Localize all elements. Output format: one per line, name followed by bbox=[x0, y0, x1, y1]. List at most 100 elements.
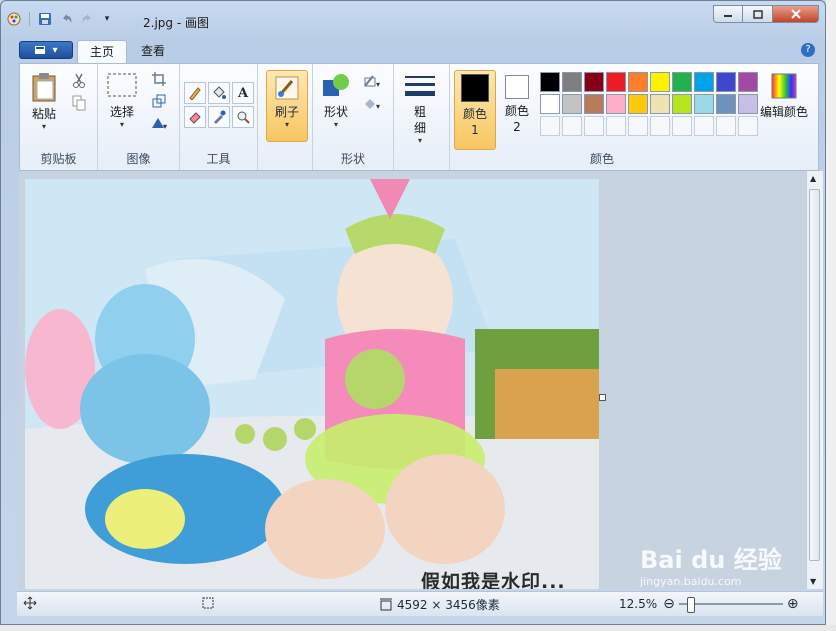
color-picker-icon[interactable] bbox=[208, 106, 230, 128]
edit-colors-button[interactable]: 编辑颜色 bbox=[758, 72, 810, 120]
select-icon bbox=[107, 73, 137, 97]
shapes-button[interactable]: 形状 ▾ bbox=[321, 72, 351, 130]
scroll-up-icon[interactable]: ▲ bbox=[810, 174, 816, 183]
color2-swatch bbox=[505, 75, 529, 99]
color-palette bbox=[540, 72, 758, 136]
pencil-icon[interactable] bbox=[184, 82, 206, 104]
vertical-scroll-thumb[interactable] bbox=[809, 189, 820, 561]
palette-swatch[interactable] bbox=[584, 72, 604, 92]
zoom-in-icon[interactable]: ⊕ bbox=[787, 596, 799, 612]
palette-swatch[interactable] bbox=[716, 72, 736, 92]
background-taskbar-edge bbox=[0, 625, 836, 631]
palette-swatch-empty[interactable] bbox=[540, 116, 560, 136]
close-button[interactable] bbox=[773, 5, 819, 23]
palette-swatch[interactable] bbox=[562, 94, 582, 114]
minimize-button[interactable] bbox=[713, 5, 743, 23]
move-cursor-icon bbox=[23, 596, 37, 610]
svg-text:▾: ▾ bbox=[163, 122, 167, 130]
watermark-text: 假如我是水印... bbox=[421, 571, 566, 589]
baidu-watermark: Bai du 经验 jingyan.baidu.com bbox=[640, 546, 782, 588]
canvas-image[interactable]: 假如我是水印... bbox=[25, 179, 599, 589]
size-dropdown-icon: ▾ bbox=[417, 136, 422, 145]
color2-button[interactable]: 颜色 2 bbox=[500, 72, 534, 135]
eraser-icon[interactable] bbox=[184, 106, 206, 128]
palette-swatch-empty[interactable] bbox=[738, 116, 758, 136]
palette-swatch[interactable] bbox=[540, 72, 560, 92]
palette-swatch[interactable] bbox=[650, 72, 670, 92]
tab-view[interactable]: 查看 bbox=[129, 40, 177, 63]
ribbon-home: 粘贴 ▾ 剪贴板 选择 ▾ ▾ 图像 A 工具 刷子 ▾ 形状 ▾ ▾ ▾ 形状… bbox=[19, 63, 819, 171]
palette-swatch-empty[interactable] bbox=[716, 116, 736, 136]
brush-icon bbox=[275, 76, 299, 100]
app-menu-dropdown-icon: ▾ bbox=[52, 44, 58, 56]
size-button[interactable]: 粗细 ▾ bbox=[404, 74, 436, 146]
crop-icon[interactable] bbox=[150, 70, 168, 88]
zoom-slider-thumb[interactable] bbox=[686, 597, 695, 613]
shapes-icon bbox=[323, 74, 349, 96]
group-tools: A 工具 bbox=[180, 64, 258, 170]
rotate-icon[interactable]: ▾ bbox=[150, 114, 168, 132]
color1-button[interactable]: 颜色 1 bbox=[454, 70, 496, 150]
paint-app-icon[interactable] bbox=[5, 10, 23, 28]
fill-icon[interactable]: ▾ bbox=[363, 94, 381, 112]
undo-icon[interactable] bbox=[58, 10, 76, 28]
palette-swatch[interactable] bbox=[738, 72, 758, 92]
palette-swatch[interactable] bbox=[628, 94, 648, 114]
palette-swatch[interactable] bbox=[672, 72, 692, 92]
palette-swatch-empty[interactable] bbox=[694, 116, 714, 136]
brushes-button[interactable]: 刷子 ▾ bbox=[266, 70, 308, 142]
edit-colors-icon bbox=[771, 73, 797, 99]
outline-icon[interactable]: ▾ bbox=[363, 72, 381, 90]
resize-icon[interactable] bbox=[150, 92, 168, 110]
palette-swatch[interactable] bbox=[562, 72, 582, 92]
fill-bucket-icon[interactable] bbox=[208, 82, 230, 104]
tools-grid: A bbox=[184, 82, 254, 128]
quick-access-toolbar: ▾ bbox=[5, 9, 116, 29]
select-button[interactable]: 选择 ▾ bbox=[106, 72, 138, 130]
palette-swatch-empty[interactable] bbox=[650, 116, 670, 136]
selection-size bbox=[201, 596, 215, 610]
maximize-button[interactable] bbox=[743, 5, 773, 23]
magnifier-icon[interactable] bbox=[232, 106, 254, 128]
palette-swatch[interactable] bbox=[650, 94, 670, 114]
palette-swatch[interactable] bbox=[672, 94, 692, 114]
palette-swatch-empty[interactable] bbox=[562, 116, 582, 136]
palette-swatch-empty[interactable] bbox=[672, 116, 692, 136]
image-dimensions: 4592 × 3456像素 bbox=[379, 596, 500, 613]
palette-swatch[interactable] bbox=[694, 94, 714, 114]
text-tool-icon[interactable]: A bbox=[232, 82, 254, 104]
tab-home[interactable]: 主页 bbox=[77, 40, 128, 64]
photo-illustration bbox=[25, 179, 599, 589]
redo-icon[interactable] bbox=[78, 10, 96, 28]
palette-swatch[interactable] bbox=[606, 72, 626, 92]
palette-swatch[interactable] bbox=[628, 72, 648, 92]
zoom-out-icon[interactable]: ⊖ bbox=[663, 596, 675, 612]
palette-swatch[interactable] bbox=[606, 94, 626, 114]
zoom-slider[interactable] bbox=[678, 597, 783, 613]
customize-qa-dropdown-icon[interactable]: ▾ bbox=[98, 10, 116, 28]
palette-swatch[interactable] bbox=[584, 94, 604, 114]
vertical-scrollbar[interactable]: ▲ ▼ bbox=[806, 171, 823, 589]
select-dropdown-icon: ▾ bbox=[119, 120, 124, 129]
color1-swatch bbox=[461, 74, 489, 102]
copy-icon[interactable] bbox=[70, 94, 88, 112]
palette-swatch[interactable] bbox=[716, 94, 736, 114]
palette-swatch[interactable] bbox=[738, 94, 758, 114]
cut-icon[interactable] bbox=[70, 72, 88, 90]
svg-text:▾: ▾ bbox=[376, 102, 380, 110]
palette-swatch[interactable] bbox=[694, 72, 714, 92]
palette-swatch-empty[interactable] bbox=[584, 116, 604, 136]
ribbon-tab-row: ▾ 主页 查看 ? bbox=[17, 37, 817, 64]
palette-swatch-empty[interactable] bbox=[628, 116, 648, 136]
palette-swatch[interactable] bbox=[540, 94, 560, 114]
save-icon[interactable] bbox=[36, 10, 54, 28]
group-size: 粗细 ▾ bbox=[394, 64, 450, 170]
palette-swatch-empty[interactable] bbox=[606, 116, 626, 136]
application-menu-button[interactable]: ▾ bbox=[19, 41, 73, 59]
paste-button[interactable]: 粘贴 ▾ bbox=[30, 72, 58, 132]
brushes-label: 刷子 bbox=[274, 105, 299, 119]
help-icon[interactable]: ? bbox=[801, 43, 815, 57]
canvas-area[interactable]: 假如我是水印... bbox=[19, 171, 806, 589]
canvas-resize-handle-right[interactable] bbox=[599, 394, 606, 401]
line-width-icon bbox=[405, 76, 435, 96]
